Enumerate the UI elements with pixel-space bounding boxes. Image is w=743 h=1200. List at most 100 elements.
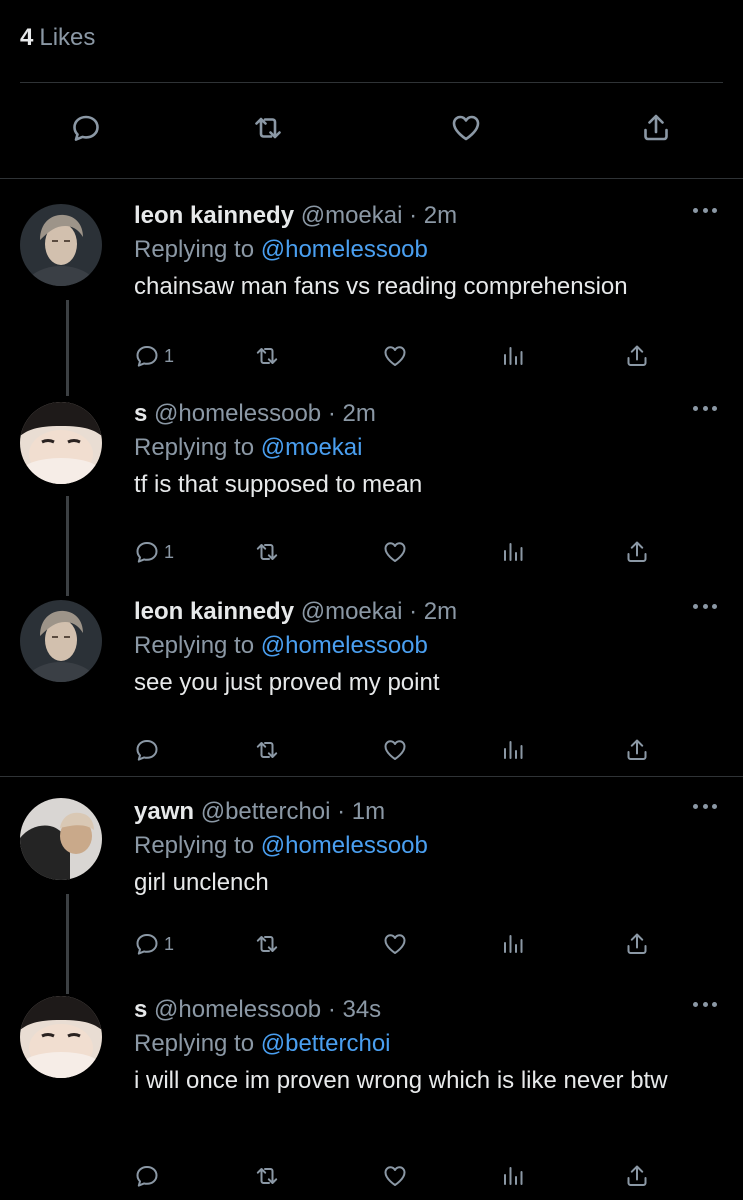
avatar[interactable] bbox=[20, 798, 102, 880]
retweet-icon bbox=[255, 117, 281, 139]
reply-tweet[interactable]: leon kainnedy @moekai · 2m Replying to @… bbox=[0, 196, 743, 376]
reply-count: 1 bbox=[164, 345, 175, 366]
analytics-button[interactable] bbox=[500, 1160, 526, 1192]
reply-icon bbox=[136, 740, 158, 761]
analytics-icon bbox=[504, 543, 523, 561]
reply-button[interactable] bbox=[66, 108, 106, 148]
like-button[interactable] bbox=[446, 108, 486, 148]
reply-button[interactable] bbox=[134, 1160, 164, 1192]
replying-label: Replying to bbox=[134, 632, 255, 659]
more-dot-icon bbox=[712, 804, 717, 809]
user-handle[interactable]: @moekai bbox=[301, 598, 403, 625]
timestamp[interactable]: 2m bbox=[342, 400, 375, 427]
like-icon bbox=[452, 115, 480, 141]
reply-tweet[interactable]: s @homelessoob · 2m Replying to @moekai … bbox=[0, 394, 743, 574]
user-handle[interactable]: @homelessoob bbox=[154, 400, 321, 427]
tweet-header: s @homelessoob · 34s bbox=[134, 994, 713, 1026]
replying-to: Replying to @homelessoob bbox=[134, 830, 713, 862]
more-options-button[interactable] bbox=[693, 804, 717, 812]
reply-tweet[interactable]: yawn @betterchoi · 1m Replying to @homel… bbox=[0, 792, 743, 972]
more-dot-icon bbox=[712, 208, 717, 213]
avatar[interactable] bbox=[20, 600, 102, 682]
display-name[interactable]: s bbox=[134, 400, 147, 427]
more-dot-icon bbox=[693, 604, 698, 609]
retweet-icon bbox=[256, 1168, 278, 1184]
user-handle[interactable]: @homelessoob bbox=[154, 996, 321, 1023]
tweet-actions: 1 bbox=[134, 536, 674, 568]
like-icon bbox=[384, 934, 406, 954]
separator-dot: · bbox=[402, 598, 424, 625]
share-button[interactable] bbox=[624, 536, 650, 568]
tweet-content: leon kainnedy @moekai · 2m Replying to @… bbox=[134, 200, 713, 304]
timestamp[interactable]: 34s bbox=[342, 996, 381, 1023]
likes-summary[interactable]: 4 Likes bbox=[20, 24, 95, 52]
reply-button[interactable] bbox=[134, 734, 164, 766]
retweet-button[interactable] bbox=[254, 734, 280, 766]
divider bbox=[0, 776, 743, 777]
replying-to: Replying to @homelessoob bbox=[134, 630, 713, 662]
display-name[interactable]: yawn bbox=[134, 798, 194, 825]
reply-tweet[interactable]: leon kainnedy @moekai · 2m Replying to @… bbox=[0, 592, 743, 772]
tweet-text: tf is that supposed to mean bbox=[134, 471, 423, 498]
tweet-header: yawn @betterchoi · 1m bbox=[134, 796, 713, 828]
share-button[interactable] bbox=[624, 340, 650, 372]
more-dot-icon bbox=[712, 604, 717, 609]
like-icon bbox=[384, 346, 406, 366]
display-name[interactable]: s bbox=[134, 996, 147, 1023]
replying-to-mention[interactable]: @homelessoob bbox=[261, 236, 428, 263]
more-dot-icon bbox=[702, 1002, 708, 1007]
share-button[interactable] bbox=[624, 734, 650, 766]
share-button[interactable] bbox=[624, 928, 650, 960]
replying-to-mention[interactable]: @homelessoob bbox=[261, 632, 428, 659]
like-button[interactable] bbox=[382, 734, 408, 766]
analytics-button[interactable] bbox=[500, 536, 526, 568]
user-handle[interactable]: @moekai bbox=[301, 202, 403, 229]
display-name[interactable]: leon kainnedy bbox=[134, 202, 294, 229]
more-options-button[interactable] bbox=[693, 406, 717, 414]
retweet-button[interactable] bbox=[254, 536, 280, 568]
replying-to-mention[interactable]: @betterchoi bbox=[261, 1030, 391, 1057]
share-icon bbox=[627, 739, 647, 760]
separator-dot: · bbox=[402, 202, 424, 229]
like-button[interactable] bbox=[382, 536, 408, 568]
timestamp[interactable]: 1m bbox=[352, 798, 385, 825]
user-handle[interactable]: @betterchoi bbox=[201, 798, 331, 825]
replying-to-mention[interactable]: @homelessoob bbox=[261, 832, 428, 859]
analytics-button[interactable] bbox=[500, 928, 526, 960]
analytics-icon bbox=[504, 347, 523, 365]
avatar[interactable] bbox=[20, 996, 102, 1078]
avatar[interactable] bbox=[20, 402, 102, 484]
more-options-button[interactable] bbox=[693, 1002, 717, 1010]
like-button[interactable] bbox=[382, 928, 408, 960]
like-button[interactable] bbox=[382, 340, 408, 372]
analytics-icon bbox=[504, 741, 523, 759]
tweet-actions: 1 bbox=[134, 928, 674, 960]
reply-button[interactable]: 1 bbox=[134, 536, 174, 568]
tweet-header: leon kainnedy @moekai · 2m bbox=[134, 596, 713, 628]
more-dot-icon bbox=[702, 406, 708, 411]
more-options-button[interactable] bbox=[693, 604, 717, 612]
retweet-icon bbox=[256, 544, 278, 560]
reply-tweet[interactable]: s @homelessoob · 34s Replying to @better… bbox=[0, 990, 743, 1200]
share-button[interactable] bbox=[636, 108, 676, 148]
like-button[interactable] bbox=[382, 1160, 408, 1192]
replying-to-mention[interactable]: @moekai bbox=[261, 434, 363, 461]
retweet-button[interactable] bbox=[254, 340, 280, 372]
timestamp[interactable]: 2m bbox=[424, 202, 457, 229]
avatar-image bbox=[20, 204, 102, 286]
replying-label: Replying to bbox=[134, 1030, 255, 1057]
avatar[interactable] bbox=[20, 204, 102, 286]
share-icon bbox=[627, 541, 647, 562]
share-button[interactable] bbox=[624, 1160, 650, 1192]
tweet-actions bbox=[134, 1160, 674, 1192]
reply-button[interactable]: 1 bbox=[134, 340, 174, 372]
analytics-button[interactable] bbox=[500, 734, 526, 766]
retweet-button[interactable] bbox=[254, 928, 280, 960]
retweet-button[interactable] bbox=[248, 108, 288, 148]
retweet-button[interactable] bbox=[254, 1160, 280, 1192]
display-name[interactable]: leon kainnedy bbox=[134, 598, 294, 625]
timestamp[interactable]: 2m bbox=[424, 598, 457, 625]
more-options-button[interactable] bbox=[693, 208, 717, 216]
reply-button[interactable]: 1 bbox=[134, 928, 174, 960]
analytics-button[interactable] bbox=[500, 340, 526, 372]
